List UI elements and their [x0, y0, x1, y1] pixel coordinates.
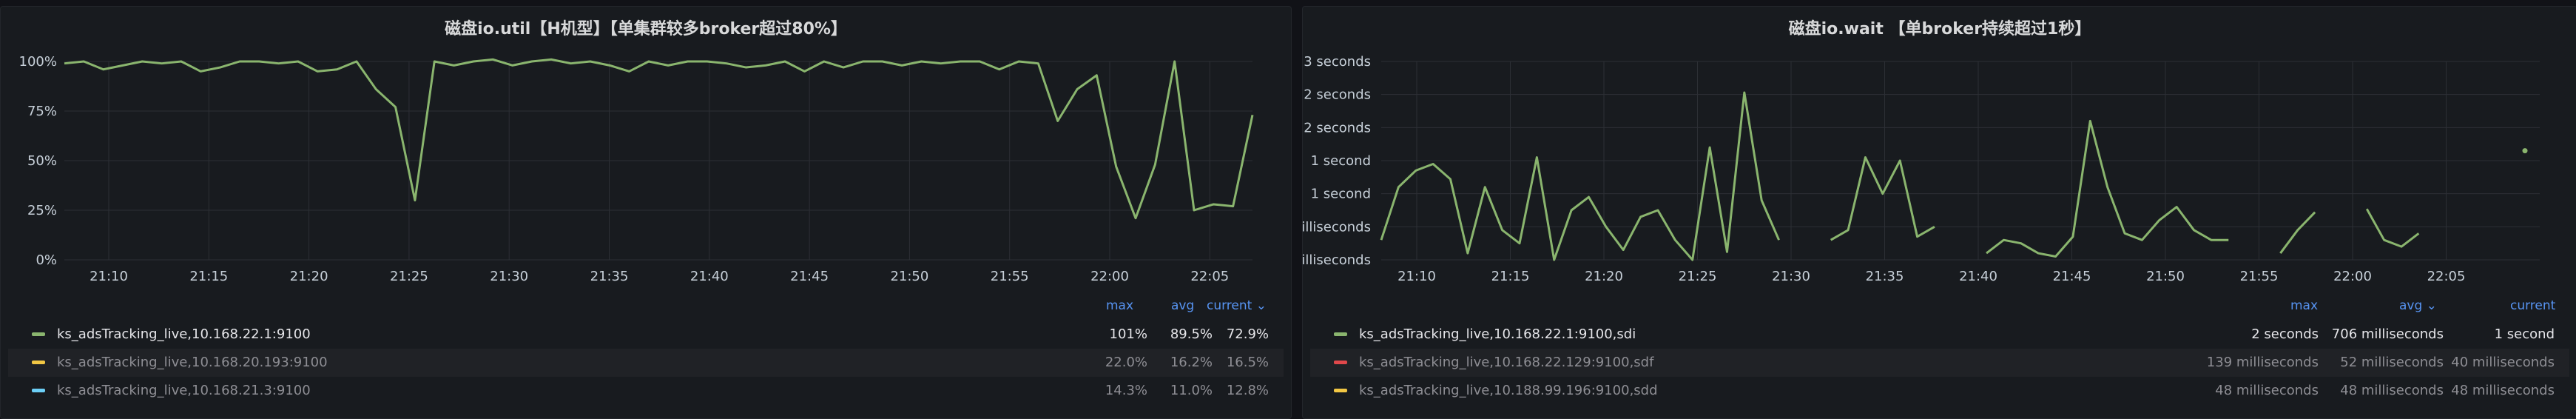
y-tick-label: 1 second — [1311, 153, 1371, 169]
legend-value-avg: 52 milliseconds — [2340, 355, 2444, 370]
y-tick-label: 1 second — [1311, 187, 1371, 202]
x-tick-label: 21:15 — [1491, 269, 1530, 284]
legend-row[interactable]: ks_adsTracking_live,10.168.21.3:9100 14.3… — [8, 377, 1284, 405]
x-tick-label: 21:10 — [1397, 269, 1436, 284]
series-name[interactable]: ks_adsTracking_live,10.168.22.129:9100,s… — [1359, 355, 1653, 370]
y-tick-label: 0 milliseconds — [1303, 252, 1371, 268]
legend-row[interactable]: ks_adsTracking_live,10.188.99.196:9100,s… — [1310, 377, 2569, 405]
series-line-segment — [1380, 91, 1780, 261]
legend-header-avg[interactable]: avg ⌄ — [2399, 298, 2437, 313]
x-tick-label: 22:00 — [2333, 269, 2372, 284]
series-name[interactable]: ks_adsTracking_live,10.168.21.3:9100 — [57, 383, 311, 398]
legend-value-avg: 706 milliseconds — [2331, 326, 2444, 342]
legend-row[interactable]: ks_adsTracking_live,10.168.22.1:9100,sdi… — [1310, 321, 2569, 349]
legend-row[interactable]: ks_adsTracking_live,10.168.22.129:9100,s… — [1310, 349, 2569, 377]
legend-value-max: 139 milliseconds — [2206, 355, 2319, 370]
legend-header-max[interactable]: max — [2290, 298, 2318, 313]
io-util-chart[interactable]: 100% 75% 50% 25% 0% 21:10 21:15 21:20 21:25 21:30… — [1, 7, 1291, 295]
series-name[interactable]: ks_adsTracking_live,10.168.22.1:9100 — [57, 326, 311, 342]
legend-value-avg: 89.5% — [1170, 326, 1213, 342]
series-line-segment — [1830, 156, 1935, 241]
y-tick-label: 25% — [27, 203, 57, 218]
legend-value-avg: 16.2% — [1170, 355, 1213, 370]
y-tick-label: 3 seconds — [1304, 54, 1371, 70]
y-tick-label: 50% — [27, 153, 57, 169]
y-tick-label: 75% — [27, 104, 57, 119]
x-tick-label: 21:30 — [1772, 269, 1810, 284]
legend-value-avg: 11.0% — [1170, 383, 1213, 398]
legend-value-max: 48 milliseconds — [2215, 383, 2319, 398]
legend-value-current: 16.5% — [1226, 355, 1269, 370]
series-color-swatch — [1334, 389, 1347, 392]
x-tick-label: 21:35 — [1866, 269, 1904, 284]
series-last-point — [2522, 148, 2528, 154]
io-util-panel: 磁盘io.util【H机型】【单集群较多broker超过80%】 100% 75%… — [0, 6, 1292, 419]
legend-value-max: 2 seconds — [2251, 326, 2319, 342]
legend-header-avg[interactable]: avg — [1171, 298, 1194, 313]
series-line — [64, 58, 1254, 220]
x-tick-label: 21:55 — [2240, 269, 2279, 284]
y-tick-label: 2 seconds — [1304, 120, 1371, 135]
legend-value-current: 12.8% — [1226, 383, 1269, 398]
legend-value-current: 40 milliseconds — [2451, 355, 2555, 370]
y-tick-label: 500 milliseconds — [1303, 219, 1371, 235]
io-wait-panel: 磁盘io.wait 【单broker持续超过1秒】 3 seconds 2 sec… — [1302, 6, 2576, 419]
series-color-swatch — [32, 332, 45, 336]
series-line-segment — [2365, 208, 2420, 248]
io-wait-chart[interactable]: 3 seconds 2 seconds 2 seconds 1 second 1 sec… — [1303, 7, 2576, 295]
x-tick-label: 22:05 — [1190, 269, 1229, 284]
legend-value-current: 48 milliseconds — [2451, 383, 2555, 398]
legend-header-max[interactable]: max — [1106, 298, 1133, 313]
legend-value-current: 1 second — [2494, 326, 2555, 342]
series-name[interactable]: ks_adsTracking_live,10.168.22.1:9100,sdi — [1359, 326, 1636, 342]
x-tick-label: 22:00 — [1090, 269, 1129, 284]
x-tick-label: 21:20 — [1585, 269, 1623, 284]
y-tick-label: 100% — [19, 54, 57, 70]
legend-value-max: 14.3% — [1105, 383, 1147, 398]
y-tick-label: 0% — [36, 252, 57, 268]
series-line-segment — [1986, 119, 2229, 258]
x-tick-label: 21:50 — [2146, 269, 2185, 284]
x-tick-label: 21:40 — [1959, 269, 1997, 284]
x-tick-label: 22:05 — [2427, 269, 2466, 284]
x-tick-label: 21:15 — [189, 269, 228, 284]
x-tick-label: 21:45 — [790, 269, 829, 284]
legend-value-avg: 48 milliseconds — [2340, 383, 2444, 398]
x-tick-label: 21:25 — [1679, 269, 1717, 284]
series-name[interactable]: ks_adsTracking_live,10.168.20.193:9100 — [57, 355, 328, 370]
legend-value-max: 22.0% — [1105, 355, 1147, 370]
legend-row[interactable]: ks_adsTracking_live,10.168.20.193:9100 22… — [8, 349, 1284, 377]
series-color-swatch — [32, 361, 45, 364]
x-tick-label: 21:10 — [90, 269, 128, 284]
legend-header-current[interactable]: current ⌄ — [1207, 298, 1267, 313]
series-line-segment — [2279, 211, 2316, 254]
x-tick-label: 21:40 — [690, 269, 729, 284]
x-tick-label: 21:35 — [590, 269, 629, 284]
x-tick-label: 21:30 — [490, 269, 528, 284]
x-tick-label: 21:20 — [290, 269, 328, 284]
x-tick-label: 21:55 — [991, 269, 1029, 284]
legend-value-current: 72.9% — [1226, 326, 1269, 342]
series-color-swatch — [1334, 361, 1347, 364]
x-tick-label: 21:25 — [390, 269, 428, 284]
series-name[interactable]: ks_adsTracking_live,10.188.99.196:9100,s… — [1359, 383, 1658, 398]
legend-value-max: 101% — [1109, 326, 1147, 342]
x-tick-label: 21:45 — [2053, 269, 2091, 284]
legend-header-current[interactable]: current — [2510, 298, 2555, 313]
x-tick-label: 21:50 — [890, 269, 928, 284]
y-tick-label: 2 seconds — [1304, 87, 1371, 103]
series-color-swatch — [1334, 332, 1347, 336]
legend-row[interactable]: ks_adsTracking_live,10.168.22.1:9100 101%… — [8, 321, 1284, 349]
series-color-swatch — [32, 389, 45, 392]
